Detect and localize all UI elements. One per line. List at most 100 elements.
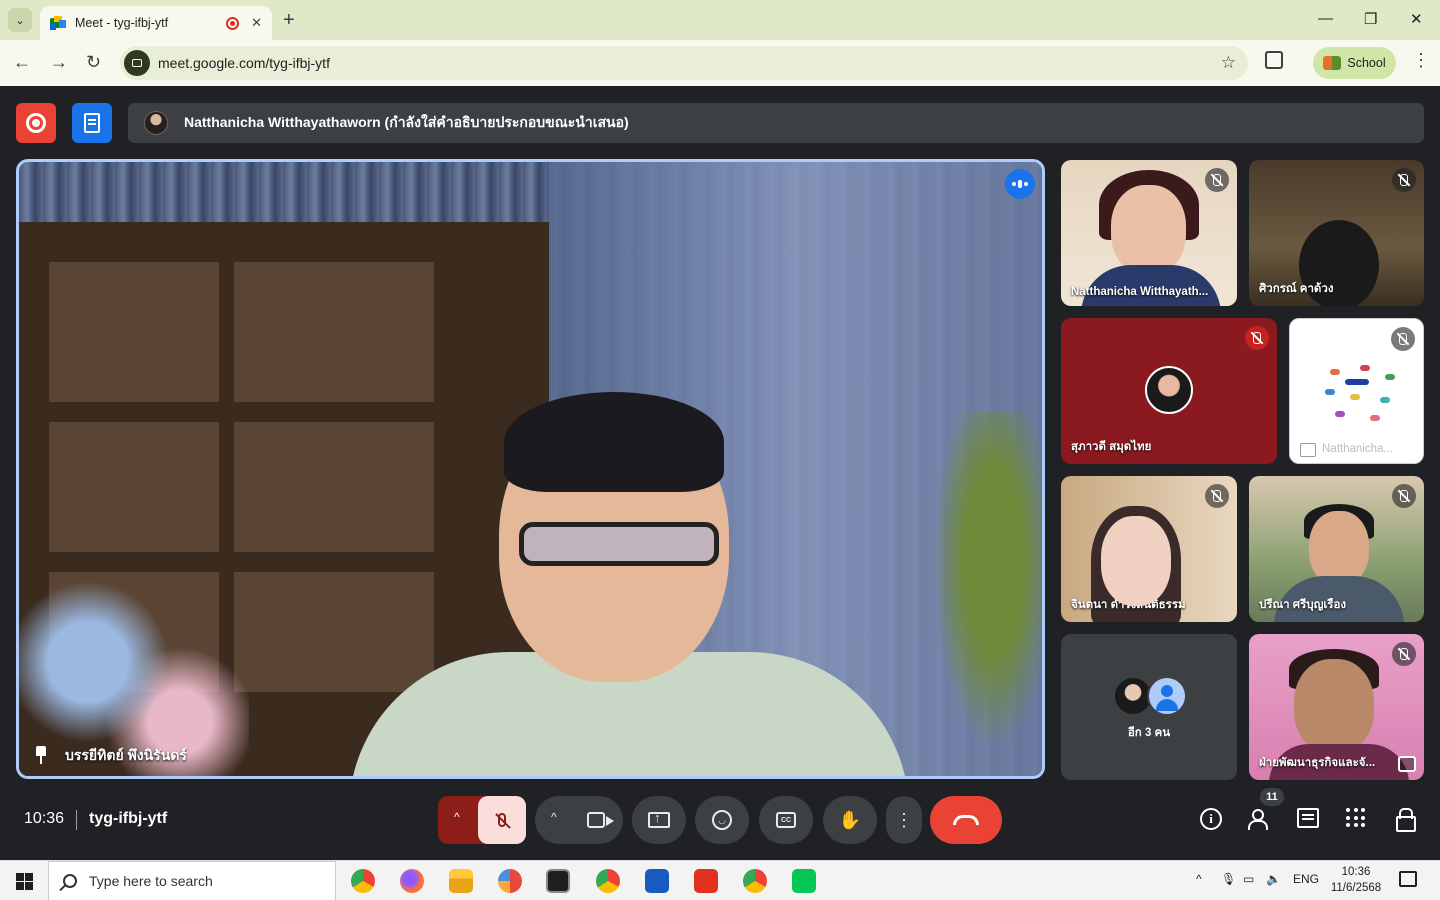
maximize-window-button[interactable]: ❐ [1364, 10, 1377, 28]
audio-settings-caret-icon[interactable]: ^ [454, 810, 460, 824]
video-settings-caret-icon[interactable]: ^ [551, 810, 557, 824]
taskbar-search-placeholder: Type here to search [89, 873, 213, 889]
bookmark-star-icon[interactable]: ☆ [1221, 53, 1236, 73]
emoji-icon: ◡ [712, 810, 732, 830]
toggle-microphone-button[interactable] [478, 796, 526, 844]
profile-button[interactable]: School [1313, 47, 1396, 79]
pin-icon[interactable] [34, 746, 48, 764]
speaker-figure [349, 392, 909, 776]
extensions-icon[interactable] [1265, 51, 1283, 69]
audio-indicator-icon[interactable] [1005, 169, 1035, 199]
profile-avatar-icon [1323, 56, 1342, 70]
word-taskbar-icon[interactable] [645, 869, 669, 893]
search-icon [63, 874, 77, 888]
present-screen-button[interactable] [632, 796, 686, 844]
chrome-taskbar-icon[interactable] [351, 869, 375, 893]
people-icon[interactable] [1248, 808, 1272, 830]
presenter-banner[interactable]: Natthanicha Witthayathaworn (กำลังใส่คำอ… [128, 103, 1424, 143]
terminal-taskbar-icon[interactable] [546, 869, 570, 893]
language-indicator[interactable]: ENG [1293, 872, 1319, 886]
minimize-window-button[interactable]: — [1318, 10, 1333, 27]
mic-off-icon [498, 813, 506, 827]
participant-tile[interactable]: Natthanicha Witthayath... [1061, 160, 1237, 306]
taskbar-search-box[interactable]: Type here to search [48, 861, 336, 900]
chat-icon[interactable] [1297, 808, 1319, 828]
person-icon [1147, 676, 1187, 716]
main-speaker-video[interactable] [16, 159, 1045, 779]
send-reaction-button[interactable]: ◡ [695, 796, 749, 844]
participant-name: Natthanicha Witthayath... [1071, 286, 1209, 298]
participant-tile[interactable]: สุภาวดี สมุดไทย [1061, 318, 1277, 464]
recording-button[interactable] [16, 103, 56, 143]
captions-button[interactable]: CC [759, 796, 813, 844]
raise-hand-button[interactable]: ✋ [823, 796, 877, 844]
taskbar-time: 10:36 [1341, 866, 1371, 878]
browser-toolbar: ← → ↻ meet.google.com/tyg-ifbj-ytf ☆ [0, 40, 1440, 86]
app-taskbar-icon[interactable] [498, 869, 522, 893]
mic-off-icon [1205, 168, 1229, 192]
mic-off-icon [1392, 642, 1416, 666]
new-tab-button[interactable]: + [283, 8, 295, 32]
forward-arrow-icon[interactable]: → [50, 52, 68, 72]
overflow-participants-tile[interactable]: อีก 3 คน [1061, 634, 1237, 780]
end-call-icon [953, 815, 979, 825]
mic-off-icon [1392, 484, 1416, 508]
network-tray-icon[interactable]: ▭ [1243, 872, 1254, 886]
participant-tile[interactable]: จินตนา ดำรงสันติธรรม [1061, 476, 1237, 622]
mic-off-icon [1245, 326, 1269, 350]
tab-title: Meet - tyg-ifbj-ytf [75, 16, 169, 30]
tab-close-icon[interactable]: ✕ [251, 15, 262, 31]
close-window-button[interactable]: ✕ [1410, 10, 1423, 28]
browser-tab-meet[interactable]: Meet - tyg-ifbj-ytf ✕ [40, 6, 272, 40]
microphone-tray-icon[interactable]: 🎙 [1221, 872, 1236, 886]
meeting-clock: 10:36 [24, 810, 65, 827]
address-bar[interactable]: meet.google.com/tyg-ifbj-ytf ☆ [120, 46, 1248, 80]
microphone-control: ^ [438, 796, 526, 844]
camera-icon[interactable] [587, 812, 614, 828]
participant-tile[interactable]: ฝ่ายพัฒนาธุรกิจและจั... [1249, 634, 1424, 780]
notes-icon [84, 113, 100, 133]
leave-call-button[interactable] [930, 796, 1002, 844]
taskbar-date: 11/6/2568 [1330, 882, 1382, 894]
site-camera-icon[interactable] [124, 50, 150, 76]
overflow-count-label: อีก 3 คน [1127, 727, 1171, 739]
take-notes-button[interactable] [72, 103, 112, 143]
volume-tray-icon[interactable]: 🔈 [1266, 872, 1281, 886]
mic-off-icon [1392, 168, 1416, 192]
more-options-button[interactable]: ⋮ [886, 796, 922, 844]
url-text[interactable]: meet.google.com/tyg-ifbj-ytf [158, 55, 330, 71]
camera-control: ^ [535, 796, 623, 844]
chrome-profile-taskbar-icon[interactable] [596, 869, 620, 893]
mic-off-icon [1205, 484, 1229, 508]
info-icon[interactable]: i [1200, 808, 1222, 830]
screen-share-icon [1300, 443, 1316, 457]
avatar [1145, 366, 1193, 414]
back-arrow-icon[interactable]: ← [13, 52, 31, 72]
reload-icon[interactable]: ↻ [86, 52, 101, 72]
tray-caret-icon[interactable]: ^ [1196, 872, 1202, 886]
participant-count-badge: 11 [1260, 788, 1284, 806]
notifications-icon[interactable] [1399, 871, 1417, 887]
meeting-code: tyg-ifbj-ytf [89, 810, 168, 827]
participant-tile[interactable]: ศิวกรณ์ คาด้วง [1249, 160, 1424, 306]
file-explorer-icon[interactable] [449, 869, 473, 893]
participant-name: สุภาวดี สมุดไทย [1071, 441, 1152, 453]
host-controls-lock-icon[interactable] [1396, 808, 1416, 832]
tab-search-button[interactable]: ⌄ [8, 8, 32, 32]
picture-in-picture-icon[interactable] [1398, 756, 1416, 772]
line-taskbar-icon[interactable] [792, 869, 816, 893]
firefox-taskbar-icon[interactable] [400, 869, 424, 893]
presentation-tile[interactable]: Natthanicha... [1289, 318, 1424, 464]
profile-label: School [1347, 56, 1386, 70]
chrome-active-taskbar-icon[interactable] [743, 869, 767, 893]
divider [76, 810, 77, 830]
presenter-avatar [144, 111, 168, 135]
acrobat-taskbar-icon[interactable] [694, 869, 718, 893]
taskbar-clock[interactable]: 10:36 11/6/2568 [1326, 864, 1386, 896]
browser-menu-icon[interactable]: ⋮ [1412, 50, 1430, 71]
participant-tile[interactable]: ปรีณา ศรีบุญเรือง [1249, 476, 1424, 622]
windows-start-icon[interactable] [16, 873, 33, 890]
apps-icon[interactable] [1346, 808, 1366, 828]
main-speaker-name: บรรยีทิตย์ พึงนิรันดร์ [65, 747, 187, 763]
more-vert-icon: ⋮ [895, 809, 913, 830]
